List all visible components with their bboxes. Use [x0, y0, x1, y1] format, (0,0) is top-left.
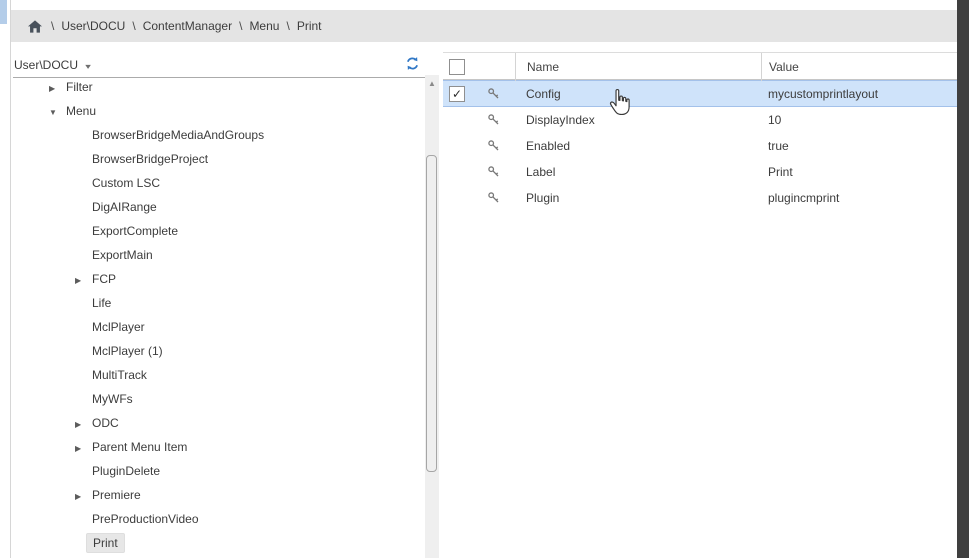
grid-row-plugin[interactable]: Plugin plugincmprint — [443, 185, 957, 211]
scope-dropdown[interactable]: User\DOCU ▾ — [14, 58, 90, 72]
expander-icon[interactable] — [49, 104, 66, 118]
tree-item-life[interactable]: Life — [11, 291, 423, 315]
breadcrumb-separator: \ — [132, 19, 135, 33]
tree-item-label: PluginDelete — [92, 464, 160, 478]
tree-item-label: ODC — [92, 416, 119, 430]
refresh-icon[interactable] — [405, 56, 421, 72]
check-icon: ✓ — [452, 88, 462, 100]
key-icon — [473, 165, 515, 179]
tree-item-print[interactable]: Print — [11, 531, 423, 555]
tree-item-digairange[interactable]: DigAIRange — [11, 195, 423, 219]
tree-item-label: Filter — [66, 80, 93, 94]
tree-item-label-selected: Print — [86, 533, 125, 553]
tree-item-label: BrowserBridgeProject — [92, 152, 208, 166]
property-name: DisplayIndex — [515, 113, 761, 127]
tree-item-label: MclPlayer — [92, 320, 145, 334]
expander-icon[interactable] — [75, 272, 92, 286]
tree-item-label: Menu — [66, 104, 96, 118]
breadcrumb-separator: \ — [239, 19, 242, 33]
tree-item-label: ExportComplete — [92, 224, 178, 238]
tree-item-plugindelete[interactable]: PluginDelete — [11, 459, 423, 483]
tree-item-label: ExportMain — [92, 248, 153, 262]
tree-item-premiere[interactable]: Premiere — [11, 483, 423, 507]
property-value: plugincmprint — [761, 191, 957, 205]
property-value: true — [761, 139, 957, 153]
tree-item-parent-menu-item[interactable]: Parent Menu Item — [11, 435, 423, 459]
property-value: 10 — [761, 113, 957, 127]
tree-item-browserbridgeproject[interactable]: BrowserBridgeProject — [11, 147, 423, 171]
tree-item-label: BrowserBridgeMediaAndGroups — [92, 128, 264, 142]
tree-item-label: DigAIRange — [92, 200, 157, 214]
grid-row-config[interactable]: ✓ Config mycustomprintlayout — [443, 80, 957, 107]
breadcrumb: \ User\DOCU \ ContentManager \ Menu \ Pr… — [11, 10, 957, 42]
expander-icon[interactable] — [75, 488, 92, 502]
breadcrumb-separator: \ — [51, 19, 54, 33]
property-name: Enabled — [515, 139, 761, 153]
property-name: Config — [515, 87, 761, 101]
grid-row-label[interactable]: Label Print — [443, 159, 957, 185]
scrollbar-thumb[interactable] — [426, 155, 437, 472]
scope-dropdown-label: User\DOCU — [14, 58, 78, 72]
tree-item-filter[interactable]: Filter — [11, 75, 423, 99]
tree-item-menu[interactable]: Menu — [11, 99, 423, 123]
tree-item-label: MultiTrack — [92, 368, 147, 382]
scrollbar-up-icon[interactable]: ▲ — [425, 79, 439, 88]
property-value: Print — [761, 165, 957, 179]
grid-row-enabled[interactable]: Enabled true — [443, 133, 957, 159]
breadcrumb-item-contentmanager[interactable]: ContentManager — [143, 19, 232, 33]
tree-item-label: Parent Menu Item — [92, 440, 187, 454]
column-header-value[interactable]: Value — [761, 53, 957, 81]
tree-scrollbar[interactable]: ▲ — [425, 75, 439, 558]
tree-item-mclplayer[interactable]: MclPlayer — [11, 315, 423, 339]
chevron-down-icon: ▾ — [85, 62, 91, 71]
expander-icon[interactable] — [75, 440, 92, 454]
tree-item-fcp[interactable]: FCP — [11, 267, 423, 291]
window-accent — [0, 0, 7, 24]
tree-item-mywfs[interactable]: MyWFs — [11, 387, 423, 411]
tree-item-exportmain[interactable]: ExportMain — [11, 243, 423, 267]
property-name: Plugin — [515, 191, 761, 205]
tree-item-label: PreProductionVideo — [92, 512, 199, 526]
tree-item-label: Premiere — [92, 488, 141, 502]
tree-panel: User\DOCU ▾ Filter Menu BrowserBridgeMedi… — [11, 50, 443, 558]
property-name: Label — [515, 165, 761, 179]
tree-item-exportcomplete[interactable]: ExportComplete — [11, 219, 423, 243]
tree-item-mclplayer-1[interactable]: MclPlayer (1) — [11, 339, 423, 363]
key-icon — [473, 191, 515, 205]
key-icon — [473, 87, 515, 101]
right-dark-strip — [957, 0, 969, 558]
key-icon — [473, 113, 515, 127]
tree-item-label: MclPlayer (1) — [92, 344, 163, 358]
properties-grid: Name Value ✓ Config mycustomprintlayout … — [443, 52, 957, 558]
tree-item-odc[interactable]: ODC — [11, 411, 423, 435]
breadcrumb-separator: \ — [286, 19, 289, 33]
property-value: mycustomprintlayout — [761, 87, 957, 101]
tree-item-preproductionvideo[interactable]: PreProductionVideo — [11, 507, 423, 531]
tree-item-label: Life — [92, 296, 111, 310]
tree-item-custom-lsc[interactable]: Custom LSC — [11, 171, 423, 195]
tree-item-label: FCP — [92, 272, 116, 286]
home-icon[interactable] — [28, 20, 42, 33]
tree-item-multitrack[interactable]: MultiTrack — [11, 363, 423, 387]
column-header-name[interactable]: Name — [515, 53, 761, 81]
expander-icon[interactable] — [49, 80, 66, 94]
key-icon — [473, 139, 515, 153]
config-tree: Filter Menu BrowserBridgeMediaAndGroups … — [11, 75, 423, 555]
breadcrumb-item-user[interactable]: User\DOCU — [61, 19, 125, 33]
tree-item-browserbridgemediaandgroups[interactable]: BrowserBridgeMediaAndGroups — [11, 123, 423, 147]
grid-header: Name Value — [443, 52, 957, 80]
expander-icon[interactable] — [75, 416, 92, 430]
row-checkbox-checked[interactable]: ✓ — [449, 86, 465, 102]
tree-item-label: MyWFs — [92, 392, 133, 406]
breadcrumb-item-print[interactable]: Print — [297, 19, 322, 33]
breadcrumb-item-menu[interactable]: Menu — [249, 19, 279, 33]
grid-row-displayindex[interactable]: DisplayIndex 10 — [443, 107, 957, 133]
select-all-checkbox[interactable] — [449, 59, 465, 75]
tree-item-label: Custom LSC — [92, 176, 160, 190]
